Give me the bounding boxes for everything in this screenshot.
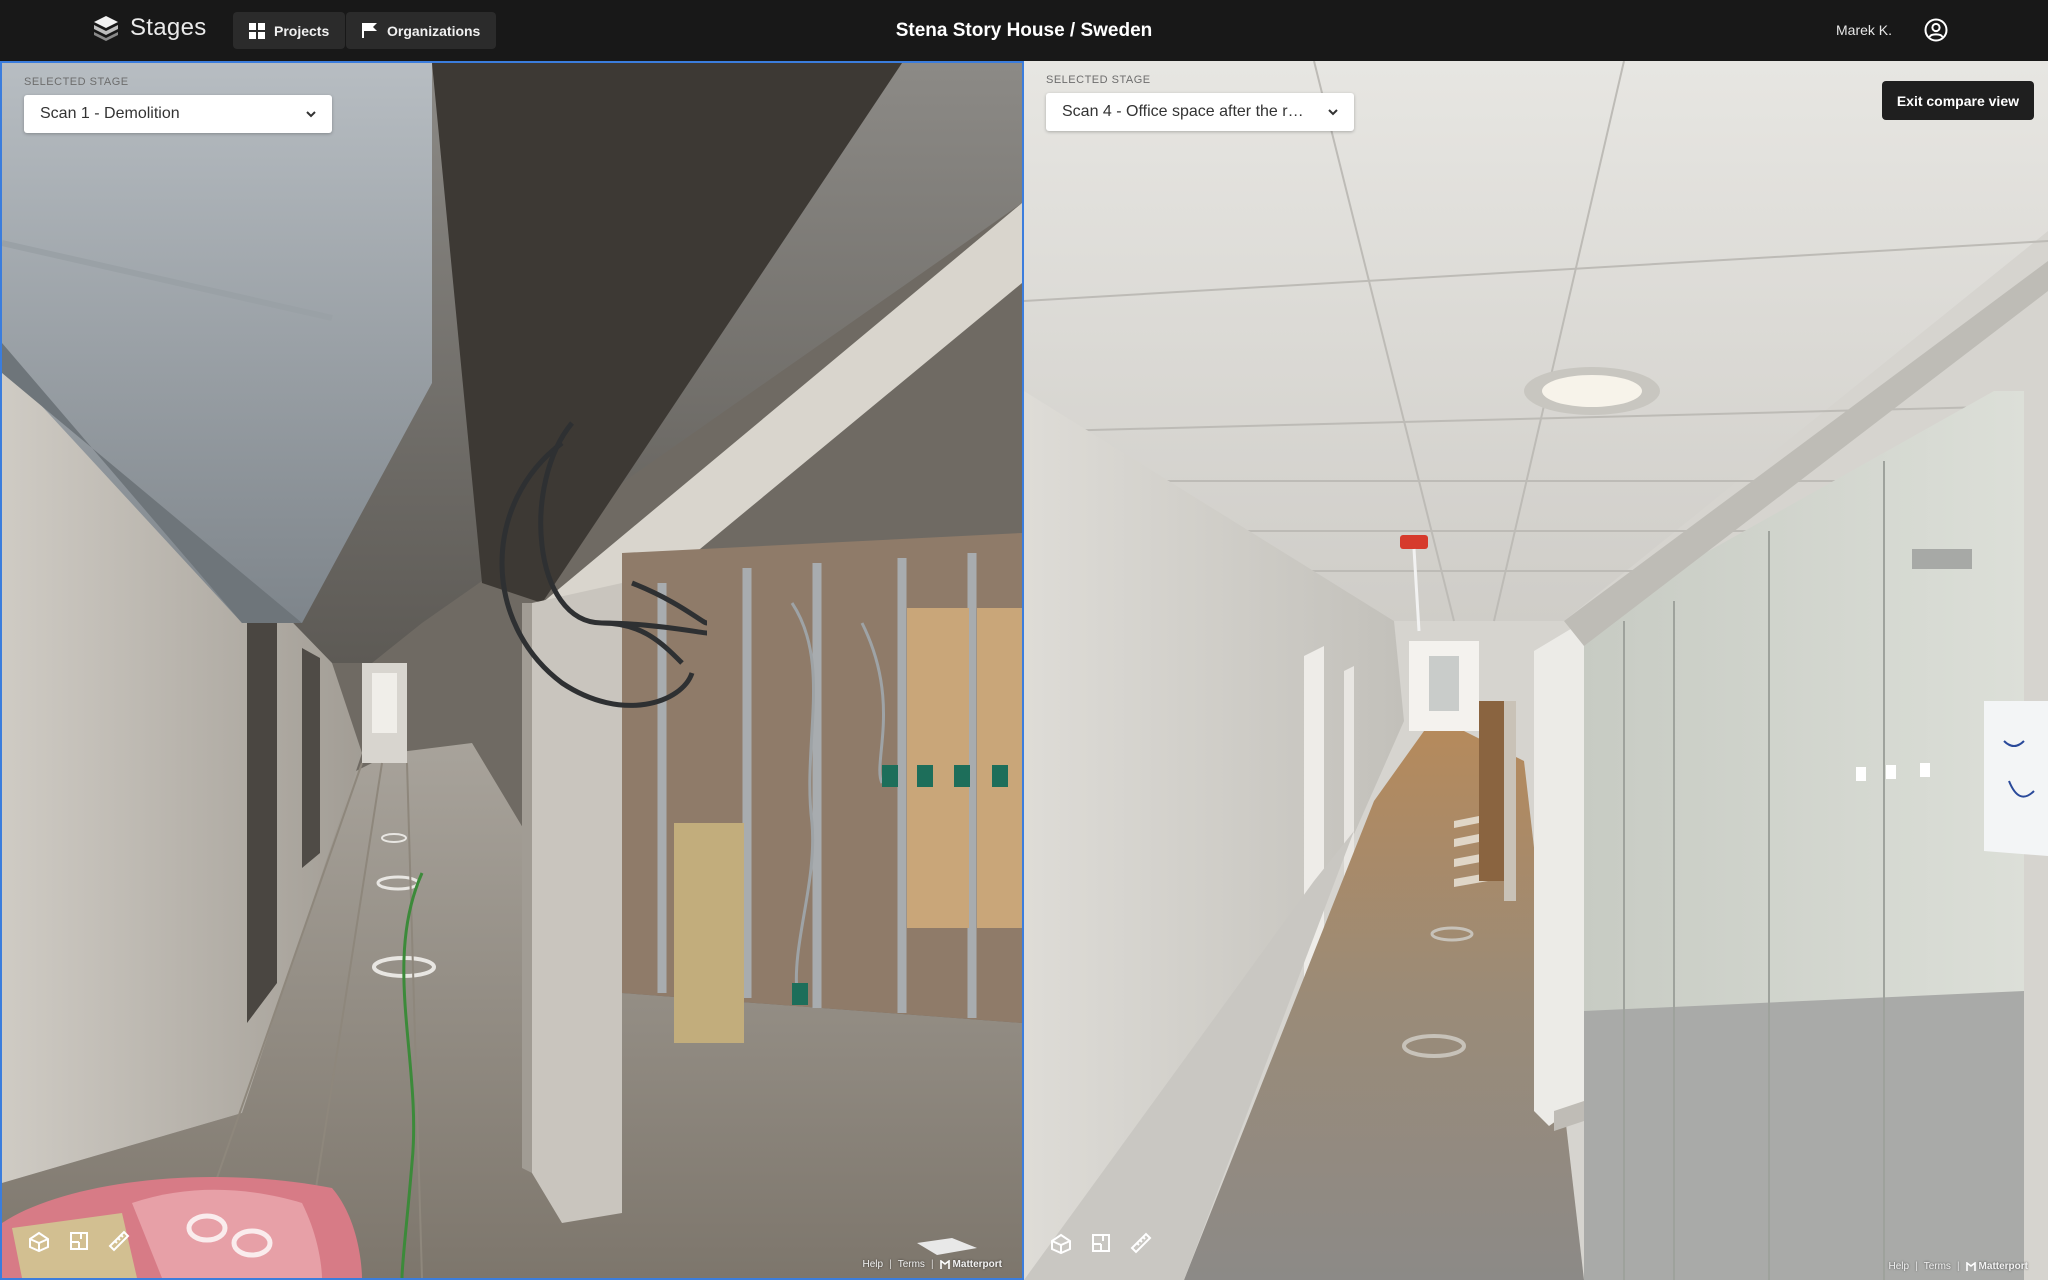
account-icon[interactable] [1924,18,1948,42]
matterport-label: Matterport [1978,1261,2028,1272]
exit-compare-view-button[interactable]: Exit compare view [1881,81,2034,120]
left-floorplan-button[interactable] [66,1228,92,1254]
left-stage-value: Scan 1 - Demolition [40,105,180,122]
user-name[interactable]: Marek K. [1836,22,1892,38]
app-logo[interactable]: Stages [92,14,207,42]
right-matterport-link[interactable]: Matterport [1965,1261,2028,1272]
office-scan-view[interactable] [1024,61,2048,1280]
left-viewer-pane[interactable]: SELECTED STAGE Scan 1 - Demolition Help … [0,61,1024,1280]
right-floorplan-button[interactable] [1088,1230,1114,1256]
nav-organizations-button[interactable]: Organizations [346,12,497,49]
right-toolbar [1048,1230,1154,1256]
chevron-down-icon [306,111,316,118]
left-toolbar [26,1228,132,1254]
top-bar: Stages Projects Organizations Stena Stor… [0,0,2048,61]
dollhouse-icon [29,1231,49,1253]
floorplan-icon [1092,1234,1110,1252]
measure-icon [108,1230,130,1252]
right-dollhouse-button[interactable] [1048,1230,1074,1256]
right-stage-value: Scan 4 - Office space after the ren... [1062,103,1312,120]
footer-separator: | [930,1259,934,1270]
demolition-scan-view[interactable] [2,63,1022,1278]
right-help-link[interactable]: Help [1889,1261,1910,1272]
floorplan-icon [70,1232,88,1250]
logo-text: Stages [130,14,207,41]
left-matterport-link[interactable]: Matterport [939,1259,1002,1270]
left-terms-link[interactable]: Terms [898,1259,925,1270]
matterport-icon [1965,1261,1976,1271]
matterport-icon [939,1259,950,1269]
dollhouse-icon [1051,1233,1071,1255]
left-dollhouse-button[interactable] [26,1228,52,1254]
footer-separator: | [889,1259,892,1270]
left-help-link[interactable]: Help [863,1259,884,1270]
left-matterport-footer: Help | Terms | Matterport [863,1259,1002,1270]
footer-separator: | [1956,1261,1960,1272]
left-stage-label: SELECTED STAGE [24,76,129,88]
right-terms-link[interactable]: Terms [1924,1261,1951,1272]
left-stage-select[interactable]: Scan 1 - Demolition [24,95,332,133]
organizations-flag-icon [362,23,377,38]
right-matterport-footer: Help | Terms | Matterport [1889,1261,2028,1272]
nav-projects-label: Projects [274,22,330,39]
footer-separator: | [1915,1261,1918,1272]
stages-logo-icon [94,16,118,41]
measure-icon [1130,1232,1152,1254]
nav-projects-button[interactable]: Projects [233,12,346,49]
chevron-down-icon [1328,109,1338,116]
projects-grid-icon [249,22,265,39]
nav-organizations-label: Organizations [387,22,481,39]
left-measure-button[interactable] [106,1228,132,1254]
right-stage-select[interactable]: Scan 4 - Office space after the ren... [1046,93,1354,131]
matterport-label: Matterport [952,1259,1002,1270]
right-stage-label: SELECTED STAGE [1046,74,1151,86]
right-viewer-pane[interactable]: SELECTED STAGE Scan 4 - Office space aft… [1024,61,2048,1280]
right-measure-button[interactable] [1128,1230,1154,1256]
